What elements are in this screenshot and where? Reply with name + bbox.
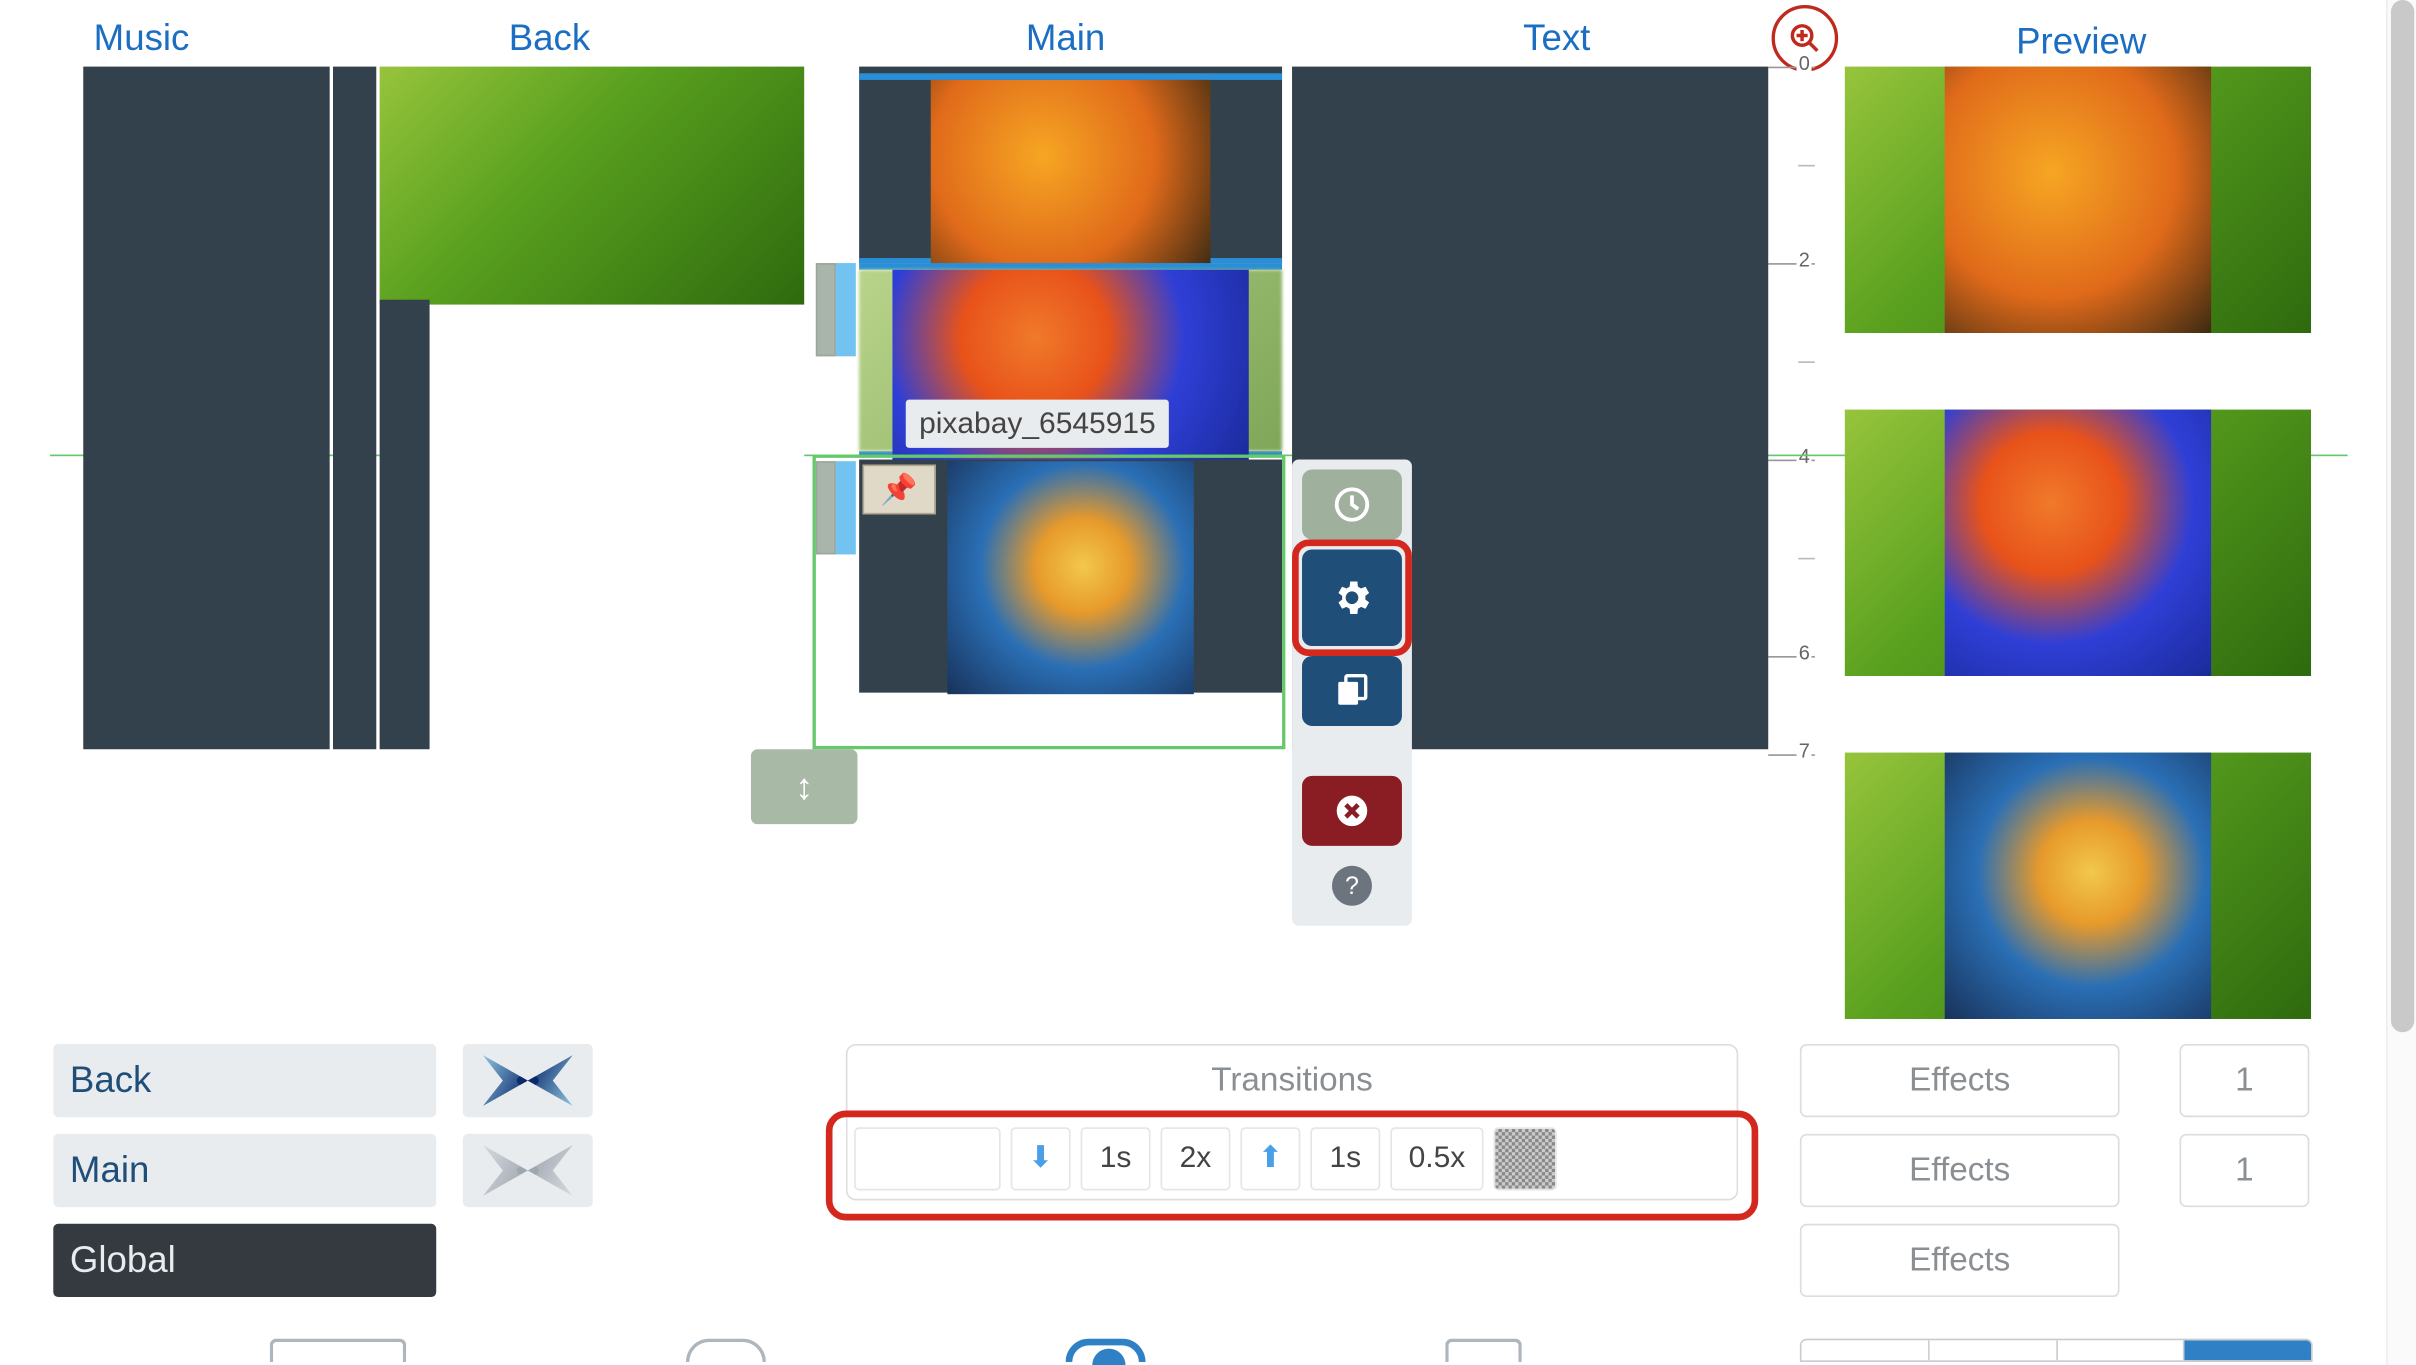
layer-thumb-back[interactable]	[463, 1044, 593, 1117]
layer-button-global[interactable]: Global	[53, 1224, 436, 1297]
vertical-scrollbar[interactable]	[2386, 0, 2416, 1365]
main-clip-2[interactable]: pixabay_6545915	[816, 263, 1282, 456]
preview-thumb-img	[1945, 753, 2211, 1019]
music-track-bg-2[interactable]	[333, 67, 376, 750]
timing-button[interactable]	[1302, 470, 1402, 540]
transition-in-duration[interactable]: 1s	[1081, 1126, 1151, 1189]
clip-tooltip: pixabay_6545915	[906, 400, 1169, 448]
delete-icon	[1334, 793, 1371, 830]
back-clip-empty[interactable]	[380, 305, 805, 750]
col-header-back[interactable]: Back	[283, 17, 816, 60]
preview-thumb-img	[1945, 410, 2211, 676]
main-clip-3-extend[interactable]	[859, 694, 1282, 746]
scrollbar-thumb[interactable]	[2391, 0, 2414, 1032]
layer-button-list: Back Main Global	[53, 1044, 602, 1314]
main-clip-1-thumb	[931, 80, 1211, 270]
resize-vertical-icon: ↕	[795, 765, 813, 808]
bottom-input-partial-1[interactable]	[270, 1339, 407, 1362]
bottom-input-partial-2[interactable]	[1445, 1339, 1522, 1362]
preview-thumb-3[interactable]	[1845, 753, 2311, 1019]
back-track-margin	[380, 300, 430, 750]
preview-thumb-2[interactable]	[1845, 410, 2311, 676]
col-header-main[interactable]: Main	[816, 17, 1316, 60]
effects-column: Effects 1 Effects 1 Effects	[1800, 1044, 2313, 1314]
preview-thumb-img	[1945, 67, 2211, 333]
main-clip-1[interactable]	[859, 73, 1282, 263]
copy-icon	[1334, 673, 1371, 710]
transitions-header[interactable]: Transitions	[846, 1044, 1738, 1117]
ruler-tick-2: 2	[1797, 248, 1811, 271]
butterfly-icon	[478, 1142, 578, 1199]
butterfly-icon	[478, 1052, 578, 1109]
ruler-tick-6: 6	[1797, 641, 1811, 664]
arrow-up-icon: ⬆	[1258, 1141, 1283, 1176]
music-track-bg[interactable]	[83, 67, 329, 750]
layer-thumb-main[interactable]	[463, 1134, 593, 1207]
preview-thumb-1[interactable]	[1845, 67, 2311, 333]
layer-button-main[interactable]: Main	[53, 1134, 436, 1207]
clip-drag-handle[interactable]	[816, 263, 836, 356]
arrow-down-icon: ⬇	[1028, 1141, 1053, 1176]
transition-out-speed[interactable]: 0.5x	[1390, 1126, 1483, 1189]
transition-out-duration[interactable]: 1s	[1310, 1126, 1380, 1189]
col-header-text[interactable]: Text	[1315, 17, 1798, 60]
effects-count-2[interactable]: 1	[2179, 1134, 2309, 1207]
pin-button[interactable]: 📌	[862, 465, 935, 515]
effects-count-1[interactable]: 1	[2179, 1044, 2309, 1117]
preview-column	[1845, 67, 2311, 1096]
ruler-tick-7: 7	[1797, 739, 1811, 762]
clip-transition-bar[interactable]	[836, 263, 856, 356]
effects-button-1[interactable]: Effects	[1800, 1044, 2120, 1117]
transition-in-arrow-down[interactable]: ⬇	[1011, 1126, 1071, 1189]
transitions-row: ⬇ 1s 2x ⬆ 1s 0.5x	[846, 1117, 1738, 1200]
gear-icon	[1330, 576, 1373, 619]
clock-icon	[1334, 486, 1371, 523]
ruler-tick-0: 0	[1797, 52, 1811, 75]
col-header-music[interactable]: Music	[0, 17, 283, 60]
bottom-toggle-partial-2[interactable]	[1066, 1339, 1146, 1362]
back-clip-leaf[interactable]	[380, 67, 805, 305]
help-icon: ?	[1332, 866, 1372, 906]
effects-button-3[interactable]: Effects	[1800, 1224, 2120, 1297]
delete-button[interactable]	[1302, 776, 1402, 846]
clip-drag-handle[interactable]	[816, 461, 836, 554]
transition-in-type[interactable]	[854, 1126, 1001, 1189]
duplicate-button[interactable]	[1302, 656, 1402, 726]
col-header-preview[interactable]: Preview	[1965, 20, 2198, 63]
main-clip-3-selected[interactable]: 📌	[813, 455, 1286, 750]
bottom-toggle-partial-1[interactable]	[686, 1339, 766, 1362]
timeline-column-headers: Music Back Main Text	[0, 17, 1798, 60]
bottom-segmented-partial[interactable]	[1800, 1339, 2313, 1362]
transition-in-speed[interactable]: 2x	[1161, 1126, 1231, 1189]
help-button[interactable]: ?	[1302, 856, 1402, 916]
settings-button[interactable]	[1302, 549, 1402, 646]
clip-resize-handle[interactable]: ↕	[751, 749, 858, 824]
transitions-panel: Transitions ⬇ 1s 2x ⬆ 1s 0.5x	[846, 1044, 1738, 1201]
time-ruler: 0 2 4 6 7	[1768, 67, 1815, 766]
clip-action-menu: ?	[1292, 460, 1412, 926]
layer-button-back[interactable]: Back	[53, 1044, 436, 1117]
pin-icon: 📌	[880, 472, 917, 507]
main-clip-3-thumb	[947, 461, 1193, 694]
zoom-in-icon	[1788, 22, 1821, 55]
effects-button-2[interactable]: Effects	[1800, 1134, 2120, 1207]
transition-tail	[1567, 1126, 1720, 1189]
clip-transition-bar[interactable]	[836, 461, 856, 554]
transition-out-arrow-up[interactable]: ⬆	[1240, 1126, 1300, 1189]
transition-noise[interactable]	[1494, 1126, 1557, 1189]
